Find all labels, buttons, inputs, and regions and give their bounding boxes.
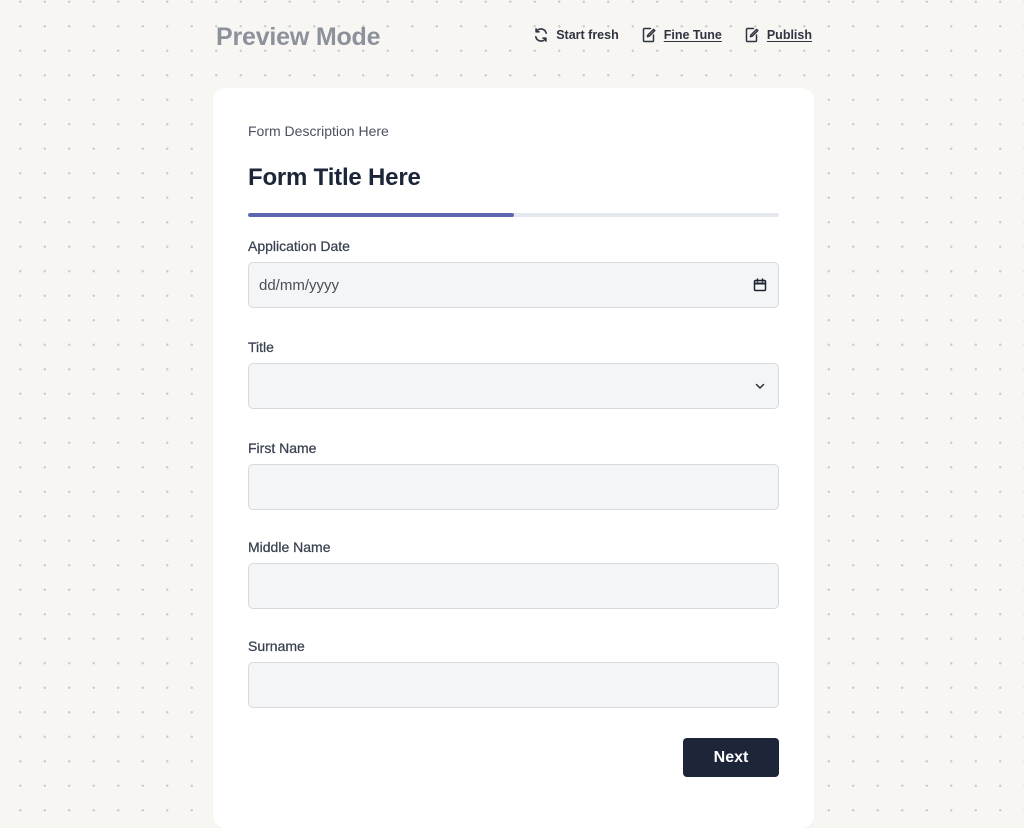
middle-name-field: Middle Name [248,539,779,609]
calendar-icon[interactable] [753,278,767,292]
fine-tune-label: Fine Tune [663,28,722,42]
application-date-input-box [248,262,779,308]
application-date-label: Application Date [248,238,350,254]
edit-document-icon [744,27,760,43]
start-fresh-label: Start fresh [556,28,619,42]
first-name-input-box [248,464,779,510]
surname-input[interactable] [249,663,778,707]
progress-bar-fill [248,213,514,217]
edit-document-icon [641,27,657,43]
middle-name-label: Middle Name [248,539,331,555]
surname-input-box [248,662,779,708]
form-description: Form Description Here [248,123,389,139]
title-select[interactable] [248,363,779,409]
application-date-input[interactable] [249,263,778,307]
middle-name-input-box [248,563,779,609]
first-name-field: First Name [248,440,779,510]
form-title: Form Title Here [248,164,421,191]
next-button[interactable]: Next [683,738,779,777]
first-name-input[interactable] [249,465,778,509]
first-name-label: First Name [248,440,317,456]
chevron-down-icon [753,379,767,393]
preview-mode-title: Preview Mode [216,23,381,51]
title-field: Title [248,339,779,409]
title-label: Title [248,339,274,355]
publish-link[interactable]: Publish [744,27,812,43]
fine-tune-link[interactable]: Fine Tune [641,27,722,43]
publish-label: Publish [766,28,812,42]
application-date-field: Application Date [248,238,779,308]
header-actions: Start fresh Fine Tune Publish [533,27,812,43]
start-fresh-button[interactable]: Start fresh [533,27,619,43]
refresh-icon [533,27,549,43]
surname-label: Surname [248,638,305,654]
middle-name-input[interactable] [249,564,778,608]
progress-bar [248,213,779,217]
form-card: Form Description Here Form Title Here Ap… [213,88,814,828]
top-bar: Preview Mode Start fresh Fine Tune Publi… [216,22,812,58]
surname-field: Surname [248,638,779,708]
